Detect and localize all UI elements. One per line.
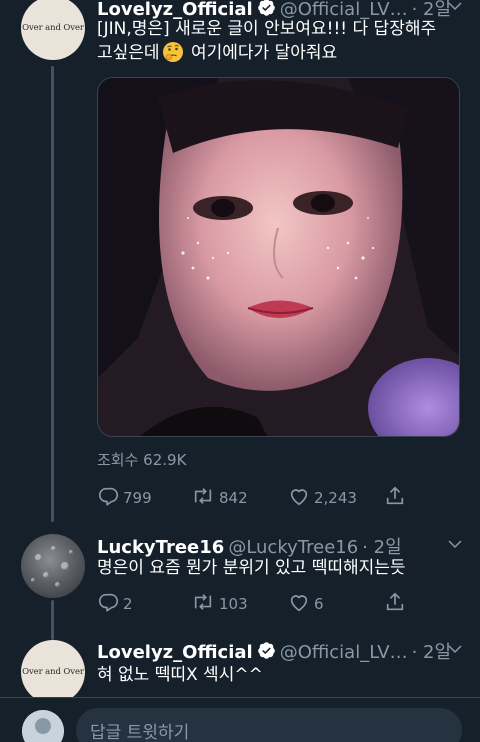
avatar[interactable] <box>21 534 85 598</box>
like-icon <box>288 591 314 617</box>
reply-count: 2 <box>123 595 133 613</box>
tweet-text-part: 여기에다가 달아줘요 <box>185 43 338 63</box>
retweet-count: 103 <box>219 595 248 613</box>
tweet-header: Lovelyz_Official @Official_LV… · 2일 <box>97 0 466 20</box>
photo-portrait <box>98 78 459 436</box>
tweet-text-line: [JIN,명은] 새로운 글이 안보여요!!! 다 답장해주 <box>97 19 437 39</box>
user-handle[interactable]: @LuckyTree16 <box>228 537 358 558</box>
tweet-actions: 799 842 2,243 <box>97 485 417 507</box>
tweet-header: Lovelyz_Official @Official_LV… · 2일 <box>97 638 466 664</box>
reply-button[interactable]: 2 <box>97 591 133 617</box>
verified-icon <box>257 641 276 664</box>
like-button[interactable]: 2,243 <box>288 485 357 511</box>
avatar-logo-text: Over and Over <box>22 23 84 33</box>
tweet-text: [JIN,명은] 새로운 글이 안보여요!!! 다 답장해주 고싶은데 여기에다… <box>97 18 467 65</box>
avatar-droplet <box>61 562 69 570</box>
avatar-droplet <box>55 582 60 587</box>
tweet[interactable]: Over and Over Lovelyz_Official @Official_… <box>0 636 480 704</box>
reply-button[interactable]: 799 <box>97 485 152 511</box>
share-icon <box>384 591 410 617</box>
tweet-time[interactable]: · 2일 <box>362 537 401 558</box>
like-icon <box>288 485 314 511</box>
retweet-icon <box>191 485 219 511</box>
reply-icon <box>97 591 123 617</box>
retweet-button[interactable]: 103 <box>191 591 248 617</box>
display-name[interactable]: Lovelyz_Official <box>97 0 253 20</box>
avatar-droplet <box>51 546 56 551</box>
chevron-down-icon[interactable] <box>446 640 464 662</box>
share-button[interactable] <box>384 591 410 617</box>
tweet[interactable]: Over and Over Lovelyz_Official @Official_… <box>0 0 480 520</box>
display-name[interactable]: LuckyTree16 <box>97 537 224 558</box>
avatar-droplet <box>31 578 35 582</box>
my-avatar[interactable] <box>22 710 64 742</box>
avatar-droplet <box>43 572 49 578</box>
tweet-text-part: 고싶은데 <box>97 43 160 63</box>
retweet-count: 842 <box>219 489 248 507</box>
display-name[interactable]: Lovelyz_Official <box>97 642 253 663</box>
tweet-text: 명은이 요즘 뭔가 분위기 있고 떽띠해지는듯 <box>97 558 406 578</box>
tweet-thread-screen: Over and Over Lovelyz_Official @Official_… <box>0 0 480 742</box>
tweet-media-photo[interactable] <box>97 77 460 437</box>
chevron-down-icon[interactable] <box>446 0 464 19</box>
share-icon <box>384 485 410 511</box>
like-count: 2,243 <box>314 489 357 507</box>
reply-composer-bar: 답글 트윗하기 <box>0 697 480 742</box>
avatar[interactable]: Over and Over <box>21 0 85 60</box>
reply-icon <box>97 485 123 511</box>
tweet-actions: 2 103 6 <box>97 591 417 613</box>
reply-input[interactable]: 답글 트윗하기 <box>76 708 462 742</box>
retweet-icon <box>191 591 219 617</box>
like-count: 6 <box>314 595 324 613</box>
avatar-logo-text: Over and Over <box>22 667 84 677</box>
chevron-down-icon[interactable] <box>446 535 464 557</box>
retweet-button[interactable]: 842 <box>191 485 248 511</box>
user-handle[interactable]: @Official_LV… <box>280 642 408 663</box>
thinking-face-emoji <box>162 41 184 63</box>
avatar[interactable]: Over and Over <box>21 640 85 704</box>
view-count[interactable]: 조회수 62.9K <box>97 449 186 470</box>
like-button[interactable]: 6 <box>288 591 324 617</box>
tweet-header: LuckyTree16 @LuckyTree16 · 2일 <box>97 533 466 558</box>
reply-count: 799 <box>123 489 152 507</box>
avatar-droplet <box>35 554 42 561</box>
tweet[interactable]: LuckyTree16 @LuckyTree16 · 2일 명은이 요즘 뭔가 분위… <box>0 528 480 628</box>
tweet-text: 혀 없노 떽띠X 섹시^^ <box>97 665 263 685</box>
tweet-text-line: 고싶은데 여기에다가 달아줘요 <box>97 41 467 65</box>
avatar-droplet <box>69 550 73 554</box>
user-handle[interactable]: @Official_LV… <box>280 0 408 20</box>
share-button[interactable] <box>384 485 410 511</box>
default-avatar-icon <box>22 710 64 742</box>
